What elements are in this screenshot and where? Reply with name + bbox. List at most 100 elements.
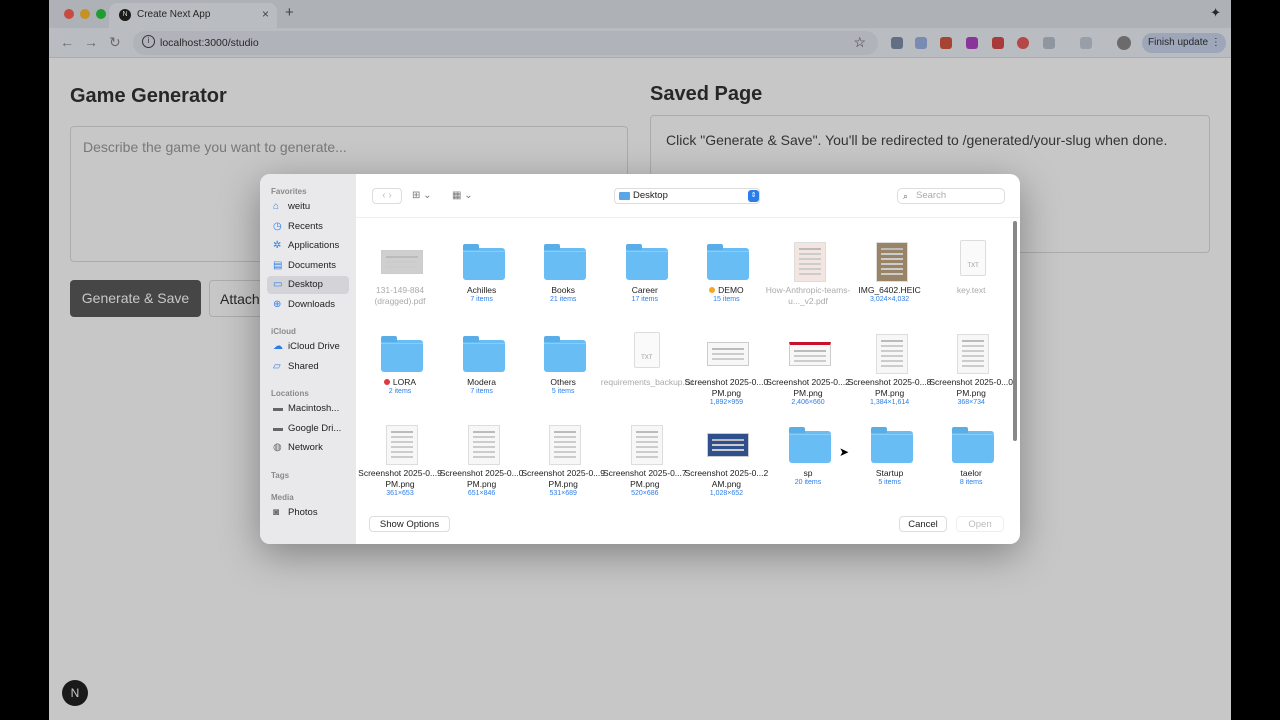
file-detail: 21 items (549, 296, 577, 303)
folder-item[interactable]: sp 20 items (768, 417, 848, 497)
sidebar-item-photos[interactable]: ◙ Photos (267, 504, 349, 522)
icon-view-toggle[interactable]: ⊞ ⌄ (412, 188, 432, 204)
dialog-main: ‹ › ⊞ ⌄ ▦ ⌄ Desktop ⇕ ⌕ Search 131-149-8… (356, 174, 1020, 544)
home-icon: ⌂ (273, 201, 280, 212)
file-detail: 651×846 (467, 490, 496, 497)
folder-item[interactable]: taelor 8 items (931, 417, 1011, 497)
file-item[interactable]: Screenshot 2025-0...2 PM.png 2,406×660 (766, 326, 850, 406)
file-item[interactable]: Screenshot 2025-0...8 PM.png 1,384×1,614 (848, 326, 931, 406)
file-name-text: 131-149-884 (dragged).pdf (374, 285, 426, 306)
file-name: IMG_6402.HEIC (846, 285, 934, 296)
sidebar-item-downloads[interactable]: ⊕ Downloads (267, 296, 349, 314)
sidebar-item-applications[interactable]: ✲ Applications (267, 237, 349, 255)
file-item[interactable]: TXT key.text (931, 234, 1011, 314)
file-detail: 520×686 (631, 490, 659, 497)
file-name-text: Screenshot 2025-0...9 PM.png (521, 468, 605, 489)
file-name: requirements_backup.txt (601, 377, 694, 388)
open-button[interactable]: Open (956, 516, 1004, 532)
folder-icon (788, 423, 831, 463)
sidebar-item-desktop[interactable]: ▭ Desktop (267, 276, 349, 294)
sidebar-item-shared[interactable]: ▱ Shared (267, 358, 349, 376)
desktop-icon: ▭ (273, 279, 283, 290)
photo-thumbnail-icon (870, 240, 912, 282)
file-item[interactable]: Screenshot 2025-0...9 PM.png 531×689 (521, 417, 605, 497)
tags-header: Tags (271, 471, 290, 480)
file-name: Screenshot 2025-0...2 AM.png (682, 468, 770, 490)
cancel-button[interactable]: Cancel (899, 516, 947, 532)
folder-item[interactable]: Achilles 7 items (442, 234, 522, 314)
file-name: Screenshot 2025-0...7 PM.png (601, 468, 689, 490)
sidebar-item-google-drive[interactable]: ▬ Google Dri... (267, 420, 349, 438)
file-name: DEMO (682, 285, 770, 296)
file-item[interactable]: IMG_6402.HEIC 3,024×4,032 (850, 234, 930, 314)
sidebar-item-icloud-drive[interactable]: ☁ iCloud Drive (267, 338, 349, 356)
file-detail: 368×734 (957, 398, 985, 406)
tag-dot-icon (709, 287, 716, 293)
file-detail: 1,384×1,614 (870, 398, 910, 406)
search-field[interactable]: ⌕ Search (897, 188, 1005, 204)
file-name: Achilles (438, 285, 526, 296)
sidebar-item-recents[interactable]: ◷ Recents (267, 218, 349, 236)
file-name-text: Screenshot 2025-0...2 PM.png (766, 376, 850, 398)
browser-window: N Create Next App × + ✦ ← → ↻ i localhos… (49, 0, 1231, 720)
file-name: Screenshot 2025-0...9 PM.png (519, 468, 607, 490)
show-options-button[interactable]: Show Options (369, 516, 450, 532)
chevron-updown-icon: ⇕ (748, 190, 759, 202)
file-name: Career (601, 285, 689, 296)
file-detail: 15 items (713, 296, 740, 303)
file-item[interactable]: Screenshot 2025-0...9 PM.png 361×653 (358, 417, 442, 497)
image-thumbnail-icon (625, 423, 667, 465)
folder-item[interactable]: Startup 5 items (850, 417, 930, 497)
sidebar-item-label: Downloads (288, 299, 335, 310)
folder-item[interactable]: Modera 7 items (442, 326, 522, 406)
file-item[interactable]: 131-149-884 (dragged).pdf (360, 234, 440, 314)
file-name-text: Books (551, 285, 575, 295)
file-item[interactable]: Screenshot 2025-0...7 PM.png 520×686 (603, 417, 687, 497)
cloud-icon: ☁ (273, 341, 283, 352)
sidebar-item-label: Google Dri... (288, 423, 342, 434)
file-item[interactable]: Screenshot 2025-0...2 AM.png 1,028×652 (685, 417, 768, 497)
file-item[interactable]: How-Anthropic-teams-u..._v2.pdf (766, 234, 850, 314)
file-name-text: IMG_6402.HEIC (858, 285, 921, 295)
folder-icon (619, 192, 630, 200)
file-name: Screenshot 2025-0...9 PM.png (356, 468, 444, 490)
location-label: Desktop (633, 190, 668, 201)
sidebar-item-label: Macintosh... (288, 403, 340, 414)
file-name: Screenshot 2025-0...8 PM.png (846, 377, 934, 399)
scrollbar[interactable] (1013, 221, 1017, 441)
sidebar-item-macintosh[interactable]: ▬ Macintosh... (267, 400, 349, 418)
back-forward-buttons[interactable]: ‹ › (372, 188, 402, 204)
file-name: Modera (438, 377, 526, 388)
file-item[interactable]: Screenshot 2025-0...0 PM.png 368×734 (929, 326, 1013, 406)
folder-item[interactable]: Books 21 items (523, 234, 603, 314)
file-item[interactable]: Screenshot 2025-0...0 PM.png 651×846 (440, 417, 523, 497)
location-popup[interactable]: Desktop ⇕ (614, 188, 760, 204)
folder-item[interactable]: Career 17 items (605, 234, 685, 314)
sidebar-item-label: Shared (288, 361, 319, 372)
group-view-toggle[interactable]: ▦ ⌄ (452, 188, 473, 204)
photo-thumbnail-icon (706, 423, 750, 463)
file-name-text: Modera (467, 376, 496, 387)
sidebar-item-label: Recents (288, 221, 323, 232)
locations-header: Locations (271, 389, 309, 398)
file-detail: 8 items (959, 479, 983, 486)
file-item[interactable]: Screenshot 2025-0...0 PM.png 1,892×959 (685, 326, 768, 406)
folder-item[interactable]: Others 5 items (523, 326, 603, 406)
file-name-text: LORA (392, 376, 417, 387)
sidebar-item-network[interactable]: ◍ Network (267, 439, 349, 457)
folder-icon (543, 332, 587, 372)
file-name-text: Others (550, 376, 576, 387)
pdf-thumbnail-icon (380, 240, 423, 280)
sidebar-item-weitu[interactable]: ⌂ weitu (267, 198, 349, 216)
sidebar-item-label: iCloud Drive (288, 341, 340, 352)
file-item[interactable]: TXT requirements_backup.txt (601, 326, 694, 406)
sidebar-item-label: Documents (288, 260, 337, 271)
folder-item[interactable]: DEMO 15 items (686, 234, 766, 314)
file-name-text: requirements_backup.txt (600, 376, 694, 387)
file-open-dialog: Favorites ⌂ weitu ◷ Recents ✲ Applications … (260, 174, 1020, 544)
file-name-text: Career (631, 285, 658, 295)
file-name: Others (519, 377, 607, 388)
sidebar-item-documents[interactable]: ▤ Documents (267, 257, 349, 275)
file-detail: 5 items (551, 387, 575, 395)
folder-item[interactable]: LORA 2 items (360, 326, 440, 406)
